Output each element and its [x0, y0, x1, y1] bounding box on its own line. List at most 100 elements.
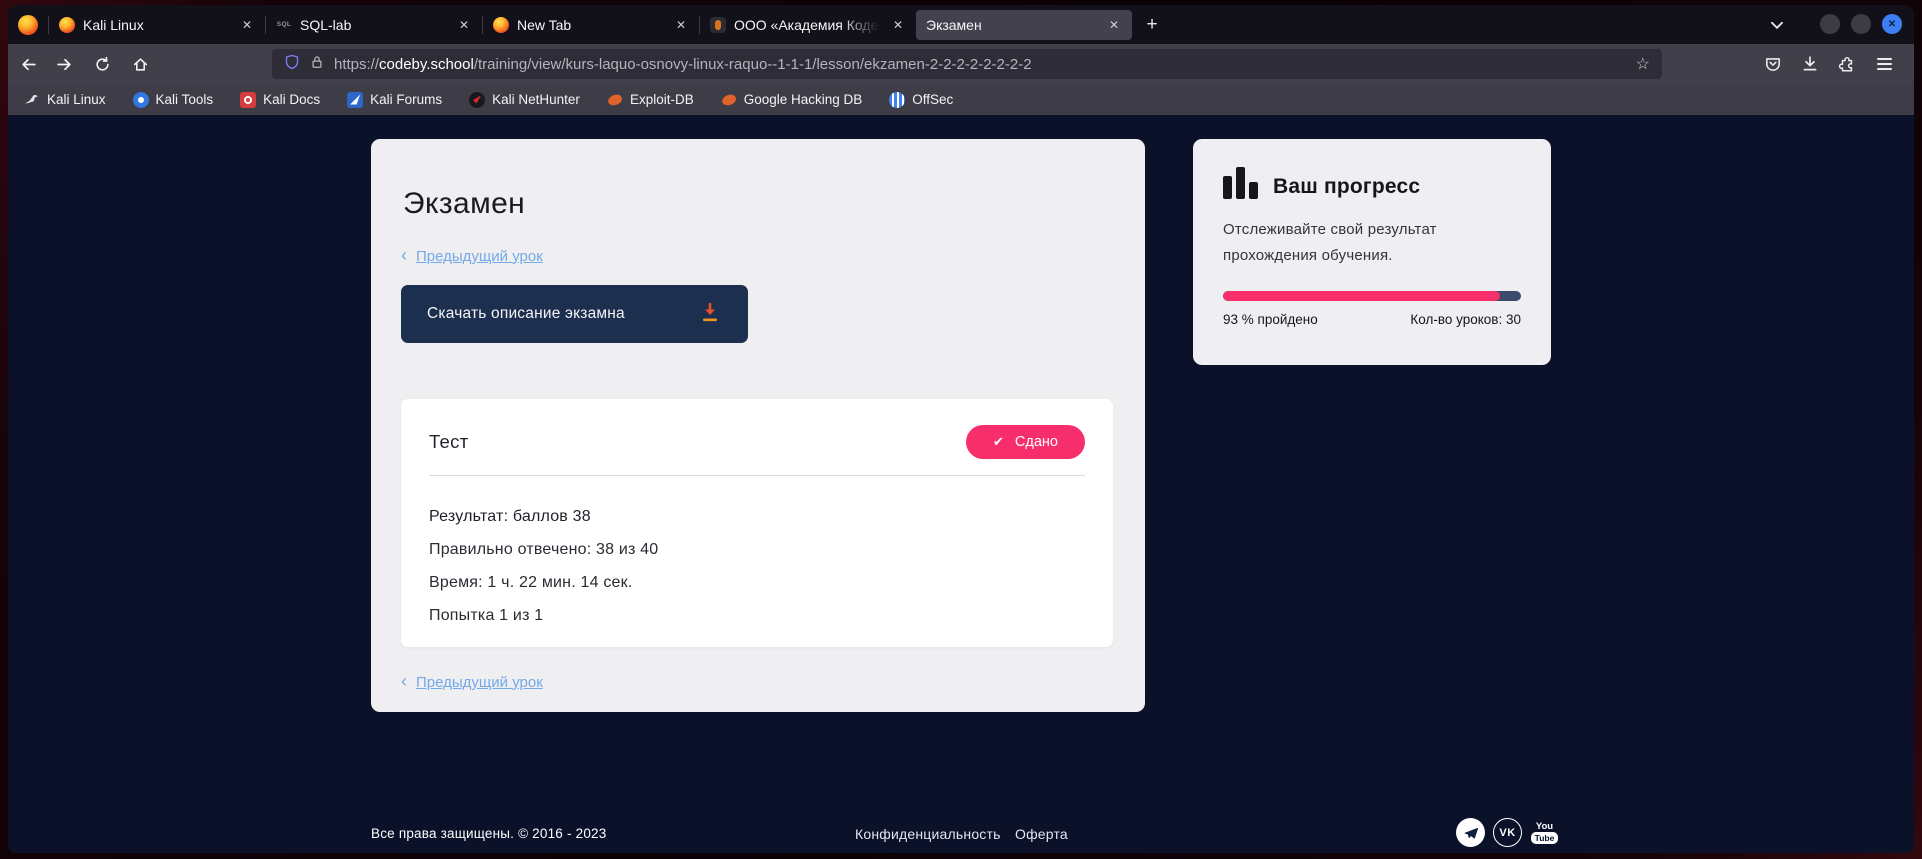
tab-ekzamen-active[interactable]: Экзамен ✕	[916, 10, 1132, 40]
progress-card: Ваш прогресс Отслеживайте свой результат…	[1193, 139, 1551, 365]
ghdb-bug-icon	[721, 92, 737, 108]
bookmark-label: Kali Docs	[263, 92, 320, 107]
tab-title: ООО «Академия Кодеба	[734, 17, 882, 33]
firefox-icon	[59, 17, 75, 33]
firefox-logo-icon	[18, 15, 38, 35]
exam-card: Экзамен ‹ Предыдущий урок Скачать описан…	[371, 139, 1145, 712]
offer-link[interactable]: Оферта	[1015, 826, 1068, 842]
download-button-label: Скачать описание экзамна	[427, 305, 625, 323]
tab-kali-linux[interactable]: Kali Linux ✕	[49, 10, 265, 40]
forward-button[interactable]	[50, 50, 78, 78]
bookmark-kali-forums[interactable]: Kali Forums	[347, 92, 442, 108]
tab-close-icon[interactable]: ✕	[673, 16, 689, 34]
test-result-rows: Результат: баллов 38 Правильно отвечено:…	[429, 508, 1085, 625]
correct-answers-row: Правильно отвечено: 38 из 40	[429, 541, 1085, 559]
home-button[interactable]	[126, 50, 154, 78]
url-text: https://codeby.school/training/view/kurs…	[334, 56, 1626, 73]
page-footer: Все права защищены. © 2016 - 2023 Конфид…	[8, 815, 1914, 853]
copyright-text: Все права защищены. © 2016 - 2023	[371, 826, 606, 841]
kali-forums-icon	[347, 92, 363, 108]
browser-toolbar: https://codeby.school/training/view/kurs…	[8, 44, 1914, 84]
status-badge-passed: ✔ Сдано	[966, 425, 1085, 459]
divider	[429, 475, 1085, 476]
lessons-count-label: Кол-во уроков: 30	[1410, 312, 1521, 327]
bookmarks-bar: Kali Linux Kali Tools Kali Docs Kali For…	[8, 84, 1914, 115]
bookmark-google-hacking-db[interactable]: Google Hacking DB	[721, 92, 863, 108]
bookmark-label: Kali Forums	[370, 92, 442, 107]
bar-chart-icon	[1223, 167, 1258, 199]
privacy-link[interactable]: Конфиденциальность	[855, 826, 1001, 842]
new-tab-button[interactable]: +	[1138, 11, 1166, 39]
bookmark-offsec[interactable]: OffSec	[889, 92, 953, 108]
bookmark-label: Exploit-DB	[630, 92, 694, 107]
page-title: Экзамен	[403, 187, 1115, 221]
kali-docs-icon	[240, 92, 256, 108]
kali-nethunter-icon	[469, 92, 485, 108]
academy-shield-icon	[710, 17, 726, 33]
result-score-row: Результат: баллов 38	[429, 508, 1085, 526]
kali-dragon-icon	[24, 92, 40, 108]
check-icon: ✔	[993, 434, 1004, 450]
test-result-card: Тест ✔ Сдано Результат: баллов 38 Правил…	[401, 399, 1113, 647]
sql-favicon-icon: SQL	[276, 17, 292, 33]
bookmark-label: Kali Tools	[156, 92, 214, 107]
tab-close-icon[interactable]: ✕	[239, 16, 255, 34]
previous-lesson-label: Предыдущий урок	[416, 674, 543, 691]
exploit-db-bug-icon	[607, 92, 623, 108]
page-viewport: Экзамен ‹ Предыдущий урок Скачать описан…	[8, 115, 1914, 853]
tab-close-icon[interactable]: ✕	[890, 16, 906, 34]
tracking-shield-icon[interactable]	[284, 54, 300, 75]
back-button[interactable]	[14, 50, 42, 78]
bookmark-exploit-db[interactable]: Exploit-DB	[607, 92, 694, 108]
minimize-button[interactable]	[1820, 14, 1840, 34]
bookmark-kali-nethunter[interactable]: Kali NetHunter	[469, 92, 580, 108]
tab-bar: Kali Linux ✕ SQL SQL-lab ✕ New Tab ✕ ООО…	[8, 5, 1914, 44]
browser-window: Kali Linux ✕ SQL SQL-lab ✕ New Tab ✕ ООО…	[8, 5, 1914, 853]
previous-lesson-label: Предыдущий урок	[416, 248, 543, 265]
bookmark-label: OffSec	[912, 92, 953, 107]
kali-tools-icon	[133, 92, 149, 108]
maximize-button[interactable]	[1851, 14, 1871, 34]
tab-title: New Tab	[517, 17, 665, 33]
bookmark-label: Kali Linux	[47, 92, 106, 107]
lock-icon[interactable]	[310, 55, 324, 74]
menu-hamburger-icon[interactable]	[1870, 50, 1898, 78]
bookmark-star-icon[interactable]: ☆	[1636, 54, 1650, 74]
url-bar[interactable]: https://codeby.school/training/view/kurs…	[272, 49, 1662, 79]
firefox-icon	[493, 17, 509, 33]
telegram-icon[interactable]	[1456, 818, 1485, 847]
previous-lesson-link-top[interactable]: ‹ Предыдущий урок	[401, 247, 543, 265]
tab-title: Экзамен	[926, 17, 1098, 33]
bookmark-kali-docs[interactable]: Kali Docs	[240, 92, 320, 108]
progress-title: Ваш прогресс	[1273, 175, 1420, 199]
tab-list-chevron-icon[interactable]	[1768, 16, 1786, 34]
bookmark-label: Kali NetHunter	[492, 92, 580, 107]
progress-bar	[1223, 291, 1521, 301]
tab-title: SQL-lab	[300, 17, 448, 33]
window-controls: ✕	[1820, 14, 1902, 34]
window-close-button[interactable]: ✕	[1882, 14, 1902, 34]
offsec-icon	[889, 92, 905, 108]
tab-close-icon[interactable]: ✕	[456, 16, 472, 34]
reload-button[interactable]	[88, 50, 116, 78]
time-row: Время: 1 ч. 22 мин. 14 сек.	[429, 574, 1085, 592]
social-icons: VK You Tube	[1456, 818, 1559, 847]
downloads-icon[interactable]	[1796, 50, 1824, 78]
tab-close-icon[interactable]: ✕	[1106, 16, 1122, 34]
bookmark-kali-tools[interactable]: Kali Tools	[133, 92, 214, 108]
extensions-puzzle-icon[interactable]	[1833, 50, 1861, 78]
progress-percent-label: 93 % пройдено	[1223, 312, 1318, 327]
tab-title: Kali Linux	[83, 17, 231, 33]
test-title: Тест	[429, 431, 468, 453]
pocket-icon[interactable]	[1759, 50, 1787, 78]
bookmark-kali-linux[interactable]: Kali Linux	[24, 92, 106, 108]
download-arrow-icon	[698, 301, 722, 328]
vk-icon[interactable]: VK	[1493, 818, 1522, 847]
download-exam-description-button[interactable]: Скачать описание экзамна	[401, 285, 748, 343]
youtube-icon[interactable]: You Tube	[1530, 818, 1559, 847]
tab-new-tab[interactable]: New Tab ✕	[483, 10, 699, 40]
tab-academy[interactable]: ООО «Академия Кодеба ✕	[700, 10, 916, 40]
previous-lesson-link-bottom[interactable]: ‹ Предыдущий урок	[401, 673, 543, 691]
bookmark-label: Google Hacking DB	[744, 92, 863, 107]
tab-sql-lab[interactable]: SQL SQL-lab ✕	[266, 10, 482, 40]
